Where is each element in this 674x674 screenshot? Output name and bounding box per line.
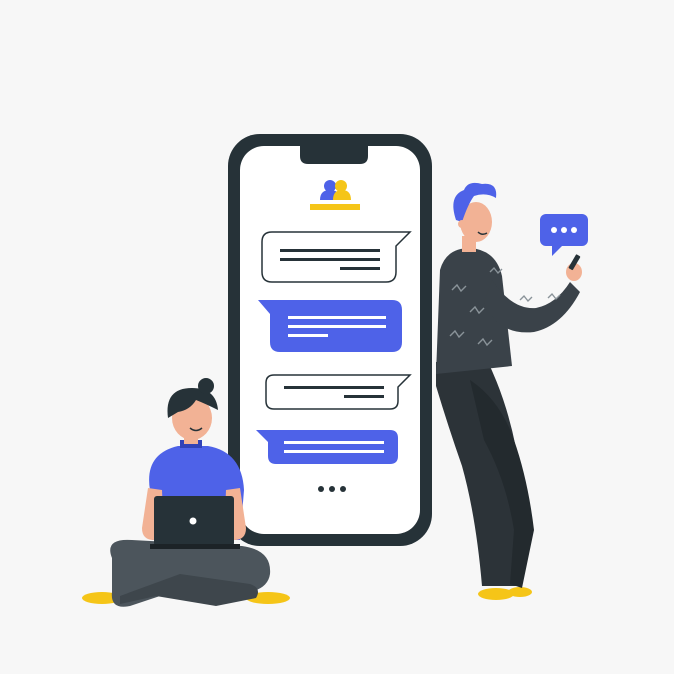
hair-bun <box>198 378 214 394</box>
shoe <box>508 587 532 597</box>
chat-bubble-incoming <box>265 374 412 410</box>
ellipsis-icon <box>318 486 346 492</box>
laptop-icon <box>150 496 240 549</box>
ear <box>458 220 466 228</box>
chat-bubble-outgoing <box>256 430 398 464</box>
chat-bubble-outgoing <box>258 300 402 352</box>
chat-bubble-incoming <box>261 231 412 283</box>
shoe <box>478 588 514 600</box>
illustration-scene <box>0 0 674 674</box>
illustration-svg <box>82 134 588 607</box>
phone-notch <box>300 146 368 164</box>
smartphone <box>228 134 432 546</box>
man-with-phone <box>436 182 588 600</box>
speech-bubble-icon <box>540 214 588 256</box>
